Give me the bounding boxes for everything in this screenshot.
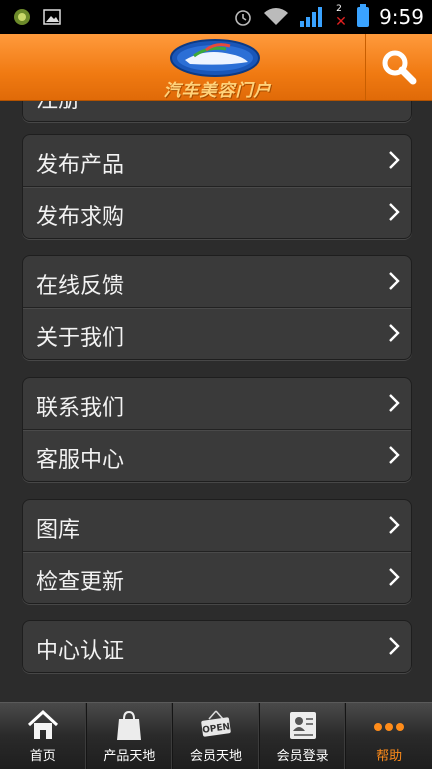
signal-icon xyxy=(300,7,323,27)
nav-products[interactable]: 产品天地 xyxy=(87,703,174,769)
alarm-icon xyxy=(235,10,251,26)
nav-label: 会员登录 xyxy=(276,749,329,764)
bottom-nav: 首页 产品天地 OPEN 会员天地 会员登录 帮助 xyxy=(0,702,432,769)
wifi-icon xyxy=(264,8,289,25)
nav-member-world[interactable]: OPEN 会员天地 xyxy=(173,703,260,769)
chevron-right-icon xyxy=(389,203,400,221)
menu-item-feedback[interactable]: 在线反馈 xyxy=(23,256,411,307)
menu-group-partial: 注册 xyxy=(22,101,412,122)
search-icon xyxy=(382,50,417,85)
menu-item-label: 注册 xyxy=(36,101,80,114)
chevron-right-icon xyxy=(389,637,400,655)
android-app-icon xyxy=(14,9,30,25)
menu-item-publish-product[interactable]: 发布产品 xyxy=(23,135,411,186)
menu-item-label: 在线反馈 xyxy=(36,274,125,299)
chevron-right-icon xyxy=(389,151,400,169)
menu-item-gallery[interactable]: 图库 xyxy=(23,500,411,551)
open-sign-icon: OPEN xyxy=(201,710,231,737)
menu-list: 注册 发布产品 发布求购 在线反馈 关于我们 联系我们 客服中心 xyxy=(0,101,432,702)
menu-item-label: 联系我们 xyxy=(36,396,125,421)
menu-item-label: 中心认证 xyxy=(36,639,125,664)
nav-label: 帮助 xyxy=(376,749,403,764)
menu-item-label: 检查更新 xyxy=(36,570,125,595)
menu-item-label: 关于我们 xyxy=(36,326,125,351)
nav-home[interactable]: 首页 xyxy=(0,703,87,769)
chevron-right-icon xyxy=(389,324,400,342)
no-data-icon: 2 ✕ xyxy=(335,4,347,30)
menu-item-certification[interactable]: 中心认证 xyxy=(23,621,411,672)
menu-group-4: 图库 检查更新 xyxy=(22,499,412,604)
menu-item-register[interactable]: 注册 xyxy=(23,101,411,121)
nav-help[interactable]: 帮助 xyxy=(346,703,432,769)
notification-count: 2 xyxy=(336,4,342,14)
id-card-icon xyxy=(289,712,316,739)
battery-icon xyxy=(357,4,370,27)
nav-label: 首页 xyxy=(29,749,56,764)
menu-item-label: 发布产品 xyxy=(36,153,125,178)
menu-item-about-us[interactable]: 关于我们 xyxy=(23,307,411,359)
image-icon xyxy=(43,9,61,25)
app-header: 汽车美容门户 xyxy=(0,34,432,101)
menu-item-check-update[interactable]: 检查更新 xyxy=(23,551,411,603)
menu-item-label: 客服中心 xyxy=(36,448,125,473)
logo-text: 汽车美容门户 xyxy=(163,81,272,101)
menu-item-label: 发布求购 xyxy=(36,205,125,230)
menu-item-customer-service[interactable]: 客服中心 xyxy=(23,429,411,481)
menu-group-3: 联系我们 客服中心 xyxy=(22,377,412,482)
menu-group-1: 发布产品 发布求购 xyxy=(22,134,412,239)
chevron-right-icon xyxy=(389,568,400,586)
menu-item-publish-request[interactable]: 发布求购 xyxy=(23,186,411,238)
menu-group-2: 在线反馈 关于我们 xyxy=(22,255,412,360)
more-dots-icon xyxy=(374,723,405,731)
status-bar: 2 ✕ 9:59 xyxy=(0,0,432,34)
nav-label: 会员天地 xyxy=(189,749,242,764)
search-button[interactable] xyxy=(365,34,432,100)
nav-member-login[interactable]: 会员登录 xyxy=(260,703,347,769)
menu-group-5: 中心认证 xyxy=(22,620,412,673)
shopping-bag-icon xyxy=(117,710,142,740)
home-icon xyxy=(27,709,58,739)
clock: 9:59 xyxy=(379,5,424,29)
menu-item-contact-us[interactable]: 联系我们 xyxy=(23,378,411,429)
chevron-right-icon xyxy=(389,394,400,412)
menu-item-label: 图库 xyxy=(36,518,81,543)
nav-label: 产品天地 xyxy=(103,749,156,764)
chevron-right-icon xyxy=(389,446,400,464)
chevron-right-icon xyxy=(389,272,400,290)
chevron-right-icon xyxy=(389,516,400,534)
